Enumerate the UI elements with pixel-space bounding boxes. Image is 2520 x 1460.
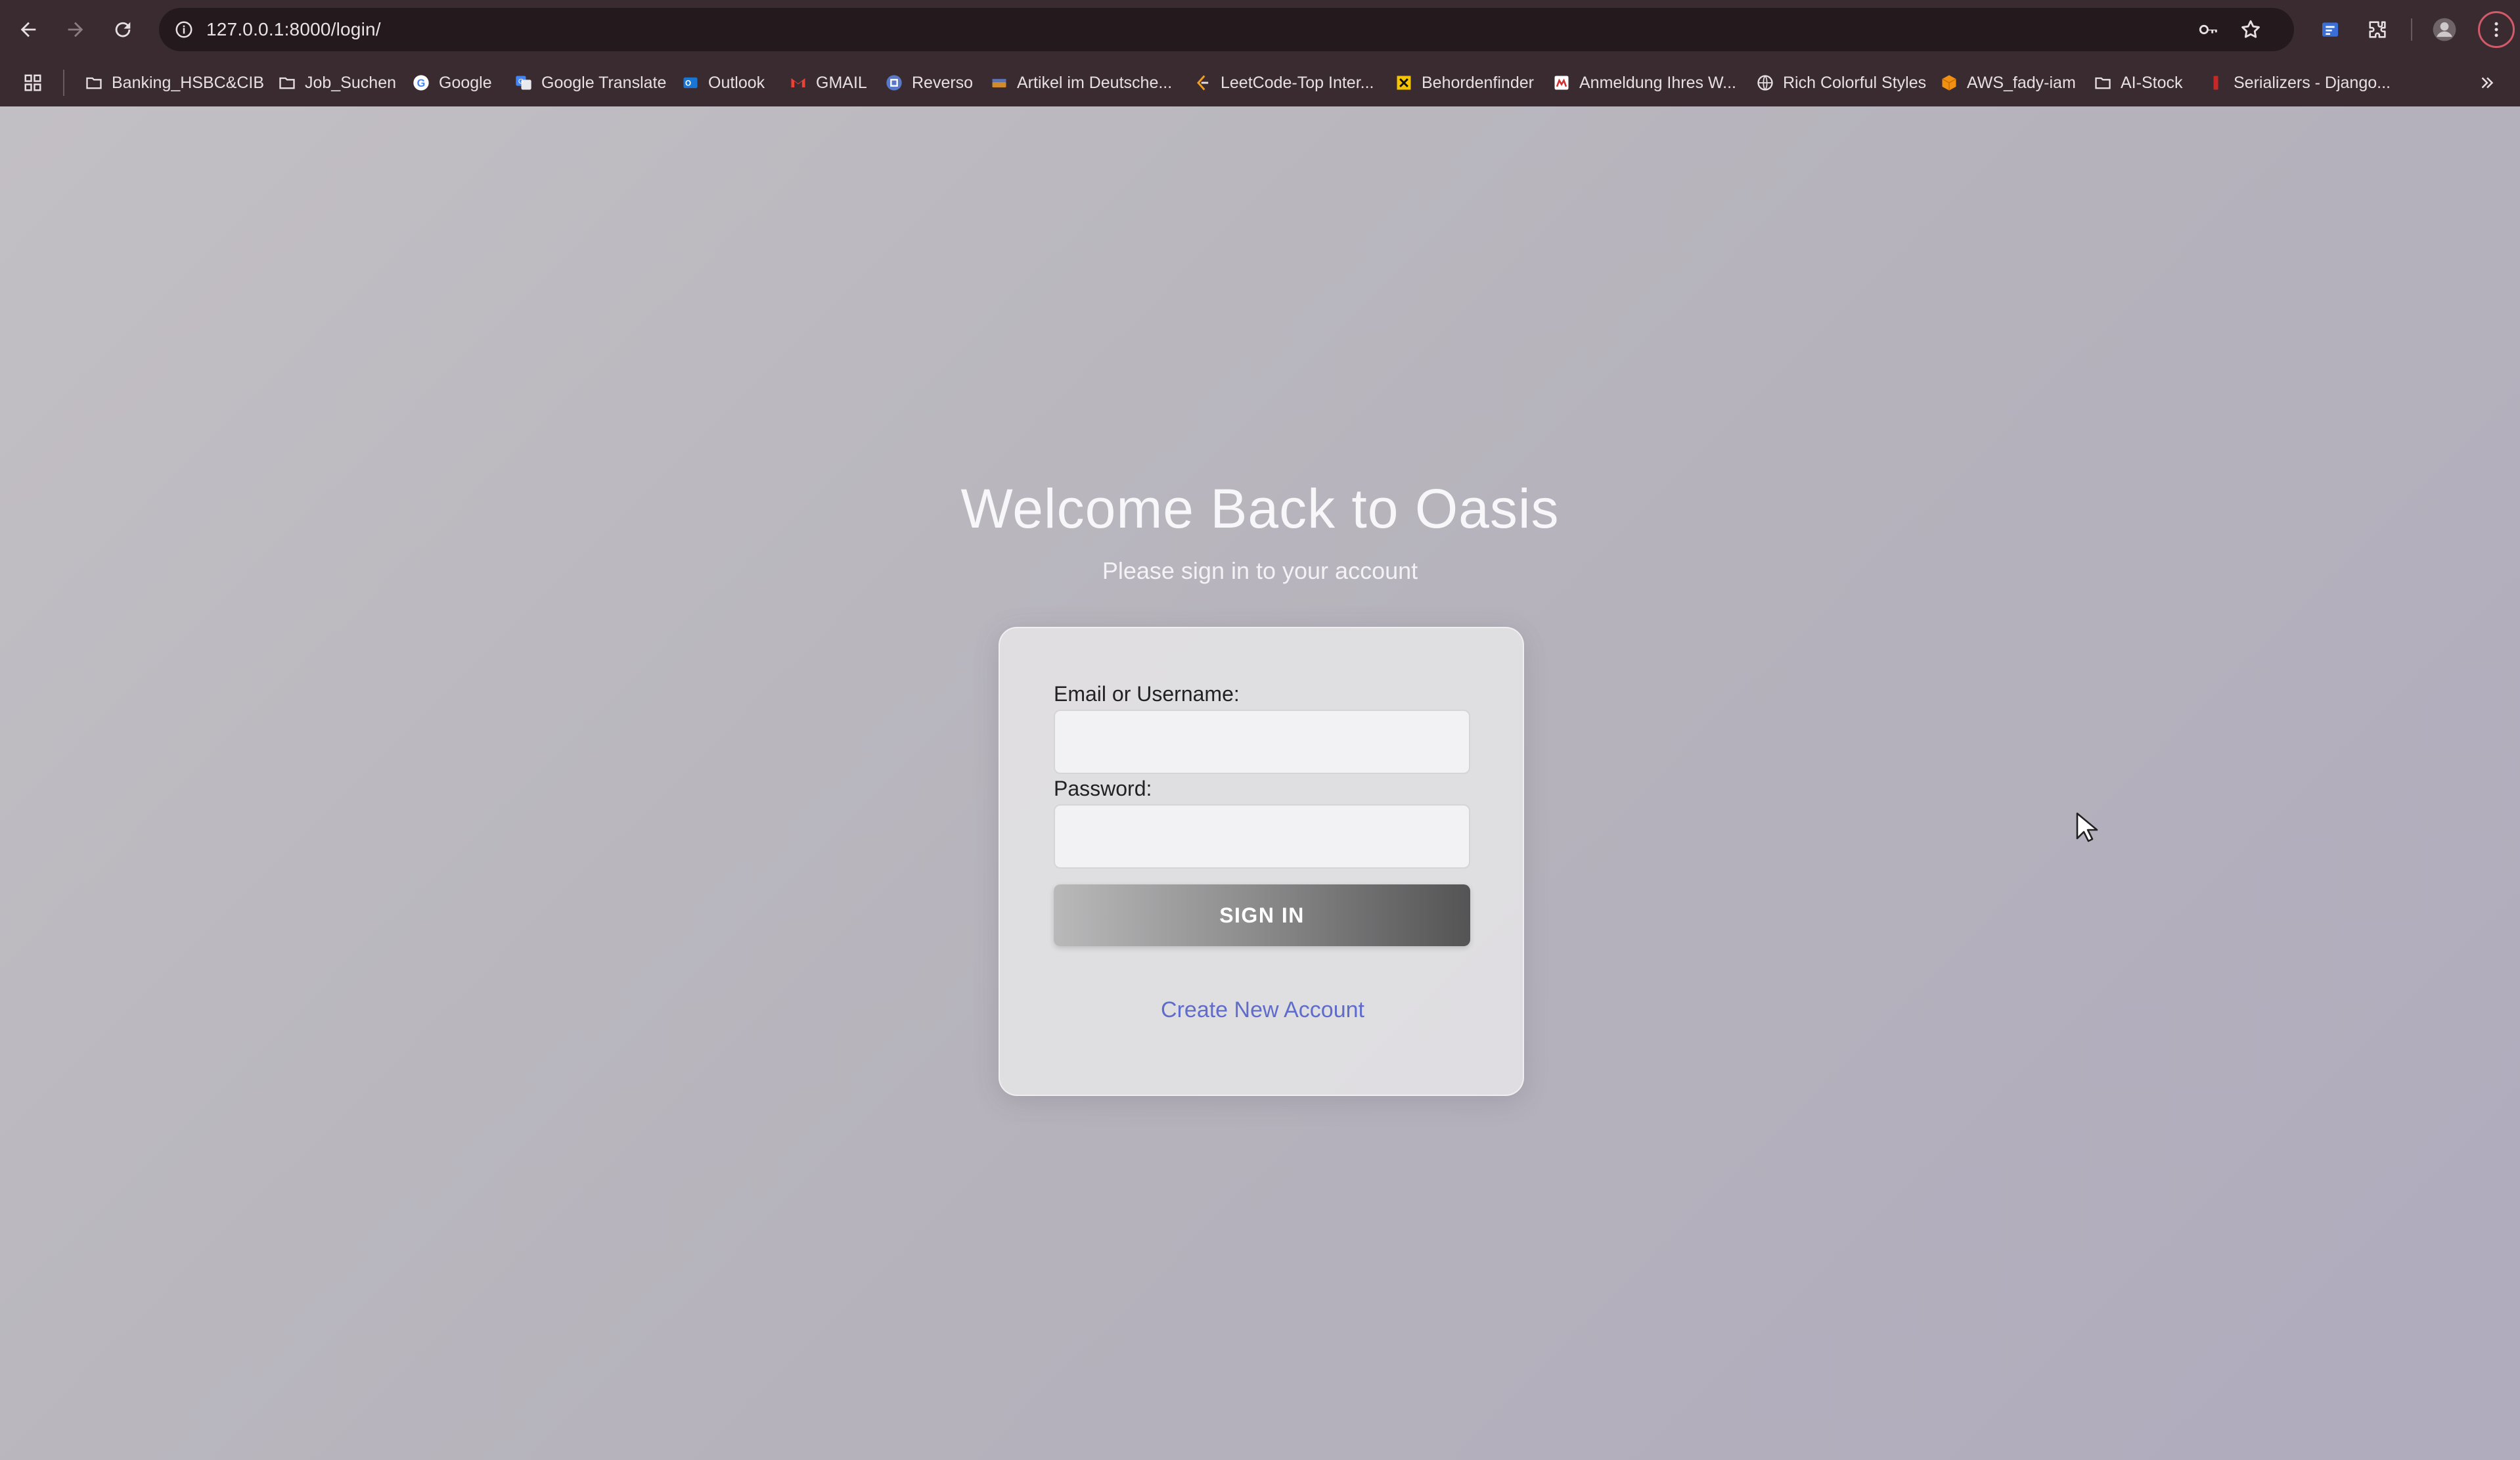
dictionary-icon	[989, 73, 1009, 93]
chevron-right-double-icon[interactable]	[2474, 70, 2500, 96]
folder-icon	[84, 73, 104, 93]
bookmark-reverso[interactable]: Reverso	[884, 66, 973, 100]
translate-extension-icon[interactable]	[2315, 14, 2345, 45]
bookmark-outlook[interactable]: O Outlook	[681, 66, 765, 100]
address-bar[interactable]: 127.0.0.1:8000/login/	[159, 8, 2294, 51]
bookmark-label: Behordenfinder	[1422, 73, 1534, 92]
bookmark-label: GMAIL	[816, 73, 867, 92]
bookmark-leetcode[interactable]: LeetCode-Top Inter...	[1193, 66, 1374, 100]
back-icon[interactable]	[12, 13, 45, 46]
leetcode-icon	[1193, 73, 1213, 93]
bookmark-label: Serializers - Django...	[2234, 73, 2391, 92]
anmeldung-icon	[1552, 73, 1571, 93]
bookmark-banking[interactable]: Banking_HSBC&CIB	[84, 66, 264, 100]
django-icon	[2206, 73, 2226, 93]
svg-text:O: O	[685, 80, 691, 88]
aws-icon	[1939, 73, 1959, 93]
bookmark-label: Google	[439, 73, 492, 92]
folder-icon	[2093, 73, 2113, 93]
translate-icon: G	[514, 73, 533, 93]
bookmark-rich-colorful-styles[interactable]: Rich Colorful Styles	[1755, 66, 1926, 100]
sign-in-button[interactable]: SIGN IN	[1054, 884, 1470, 946]
menu-icon[interactable]	[2478, 11, 2515, 48]
bookmark-label: Artikel im Deutsche...	[1017, 73, 1173, 92]
globe-icon	[1755, 73, 1775, 93]
bookmark-google[interactable]: G Google	[411, 66, 492, 100]
outlook-icon: O	[681, 73, 700, 93]
bookmark-star-icon[interactable]	[2238, 16, 2264, 43]
bookmark-label: AWS_fady-iam	[1967, 73, 2076, 92]
folder-icon	[277, 73, 297, 93]
page-title: Welcome Back to Oasis	[960, 478, 1560, 539]
bookmark-label: Job_Suchen	[305, 73, 397, 92]
apps-grid-icon[interactable]	[20, 70, 46, 96]
extensions-icon[interactable]	[2362, 14, 2393, 45]
bookmark-artikel[interactable]: Artikel im Deutsche...	[989, 66, 1172, 100]
svg-text:G: G	[518, 78, 524, 85]
bookmark-aws[interactable]: AWS_fady-iam	[1939, 66, 2076, 100]
browser-chrome: 127.0.0.1:8000/login/ Banking_HSBC&CIB J…	[0, 0, 2520, 106]
toolbar-divider	[2411, 18, 2412, 41]
bookmark-gmail[interactable]: GMAIL	[788, 66, 867, 100]
page-subtitle: Please sign in to your account	[1102, 557, 1418, 584]
forward-icon[interactable]	[59, 13, 92, 46]
email-label: Email or Username:	[1054, 682, 1240, 706]
behordenfinder-icon	[1394, 73, 1414, 93]
site-info-icon[interactable]	[171, 16, 197, 43]
bookmark-label: Anmeldung Ihres W...	[1579, 73, 1737, 92]
browser-toolbar: 127.0.0.1:8000/login/	[0, 0, 2520, 59]
password-key-icon[interactable]	[2195, 16, 2222, 43]
bookmark-job-suchen[interactable]: Job_Suchen	[277, 66, 396, 100]
bookmark-label: Banking_HSBC&CIB	[112, 73, 265, 92]
bookmark-label: Reverso	[912, 73, 974, 92]
bookmark-label: Rich Colorful Styles	[1783, 73, 1927, 92]
bookmark-behordenfinder[interactable]: Behordenfinder	[1394, 66, 1534, 100]
mouse-cursor-icon	[2076, 812, 2098, 842]
password-label: Password:	[1054, 777, 1152, 800]
bookmark-anmeldung[interactable]: Anmeldung Ihres W...	[1552, 66, 1736, 100]
bookmark-ai-stock[interactable]: AI-Stock	[2093, 66, 2182, 100]
email-field[interactable]	[1054, 710, 1470, 774]
bookmark-google-translate[interactable]: G Google Translate	[514, 66, 666, 100]
bookmark-label: Outlook	[708, 73, 765, 92]
bookmark-serializers-django[interactable]: Serializers - Django...	[2206, 66, 2391, 100]
login-page: Welcome Back to Oasis Please sign in to …	[0, 106, 2520, 1460]
bookmark-label: Google Translate	[541, 73, 667, 92]
profile-avatar-icon[interactable]	[2429, 14, 2460, 45]
password-field[interactable]	[1054, 804, 1470, 869]
url-text: 127.0.0.1:8000/login/	[206, 19, 381, 39]
gmail-icon	[788, 73, 808, 93]
reload-icon[interactable]	[106, 13, 139, 46]
bookmarks-divider	[63, 70, 64, 96]
bookmark-label: AI-Stock	[2121, 73, 2183, 92]
create-account-link[interactable]: Create New Account	[1000, 997, 1525, 1023]
google-icon: G	[411, 73, 431, 93]
login-card: Email or Username: Password: SIGN IN Cre…	[999, 627, 1524, 1096]
reverso-icon	[884, 73, 904, 93]
bookmark-label: LeetCode-Top Inter...	[1221, 73, 1374, 92]
bookmarks-bar: Banking_HSBC&CIB Job_Suchen G Google G G…	[0, 59, 2520, 106]
svg-text:G: G	[417, 78, 426, 89]
